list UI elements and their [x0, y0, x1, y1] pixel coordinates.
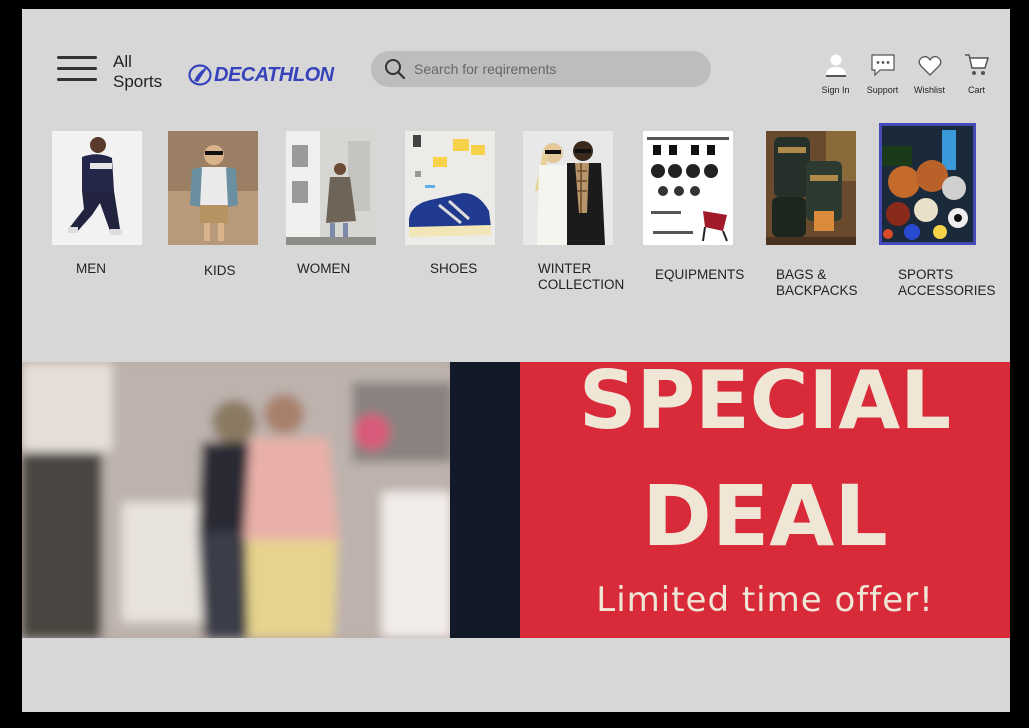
- wishlist-label: Wishlist: [914, 85, 945, 95]
- search-input[interactable]: [412, 60, 696, 78]
- kids-image: [168, 131, 258, 245]
- sports-accessories-image: [879, 123, 976, 245]
- category-label: EQUIPMENTS: [655, 267, 745, 282]
- logo-text: DECATHLON: [214, 63, 334, 86]
- chat-icon: [870, 54, 895, 77]
- sign-in-label: Sign In: [821, 85, 850, 95]
- shoes-image: [405, 131, 495, 245]
- category-label: SPORTS ACCESSORIES: [898, 267, 996, 298]
- cart-label: Cart: [967, 85, 985, 95]
- menu-icon[interactable]: [57, 56, 97, 82]
- all-sports-link[interactable]: All Sports: [113, 52, 183, 92]
- user-icon: [825, 54, 846, 77]
- equipments-image: [643, 131, 733, 245]
- bags-backpacks-image: [766, 131, 856, 245]
- category-kids[interactable]: KIDS: [168, 131, 258, 278]
- category-label: BAGS & BACKPACKS: [776, 267, 858, 298]
- banner-title-line1: SPECIAL: [578, 362, 952, 447]
- category-label: WINTER COLLECTION: [538, 261, 625, 292]
- category-bags-backpacks[interactable]: BAGS & BACKPACKS: [766, 131, 858, 298]
- banner-subtitle: Limited time offer!: [596, 580, 934, 620]
- category-label: KIDS: [204, 263, 236, 278]
- winter-collection-image: [523, 131, 613, 245]
- category-label: WOMEN: [297, 261, 351, 276]
- sign-in-button[interactable]: Sign In: [812, 51, 859, 95]
- category-label: SHOES: [430, 261, 478, 276]
- wishlist-button[interactable]: Wishlist: [906, 51, 953, 95]
- decathlon-logo[interactable]: DECATHLON: [188, 63, 334, 87]
- category-equipments[interactable]: EQUIPMENTS: [643, 131, 744, 282]
- men-image: [52, 131, 142, 245]
- banner-title-line2: DEAL: [642, 467, 888, 565]
- support-button[interactable]: Support: [859, 51, 906, 95]
- header-actions: Sign In Support Wishlist Cart: [812, 51, 1000, 95]
- category-sports-accessories[interactable]: SPORTS ACCESSORIES: [879, 123, 996, 298]
- page-frame: All Sports DECATHLON Sign In: [22, 9, 1010, 712]
- cart-button[interactable]: Cart: [953, 51, 1000, 95]
- search-icon: [385, 59, 406, 80]
- support-label: Support: [866, 85, 899, 95]
- search-bar[interactable]: [371, 51, 711, 87]
- cart-icon: [964, 54, 989, 75]
- category-label: MEN: [76, 261, 106, 276]
- category-winter-collection[interactable]: WINTER COLLECTION: [523, 131, 624, 292]
- special-deal-banner[interactable]: SPECIAL DEAL Limited time offer!: [22, 362, 1010, 638]
- category-men[interactable]: MEN: [52, 131, 142, 276]
- logo-mark-icon: [188, 64, 212, 86]
- category-shoes[interactable]: SHOES: [405, 131, 495, 276]
- category-women[interactable]: WOMEN: [286, 131, 376, 276]
- women-image: [286, 131, 376, 245]
- heart-icon: [918, 56, 941, 76]
